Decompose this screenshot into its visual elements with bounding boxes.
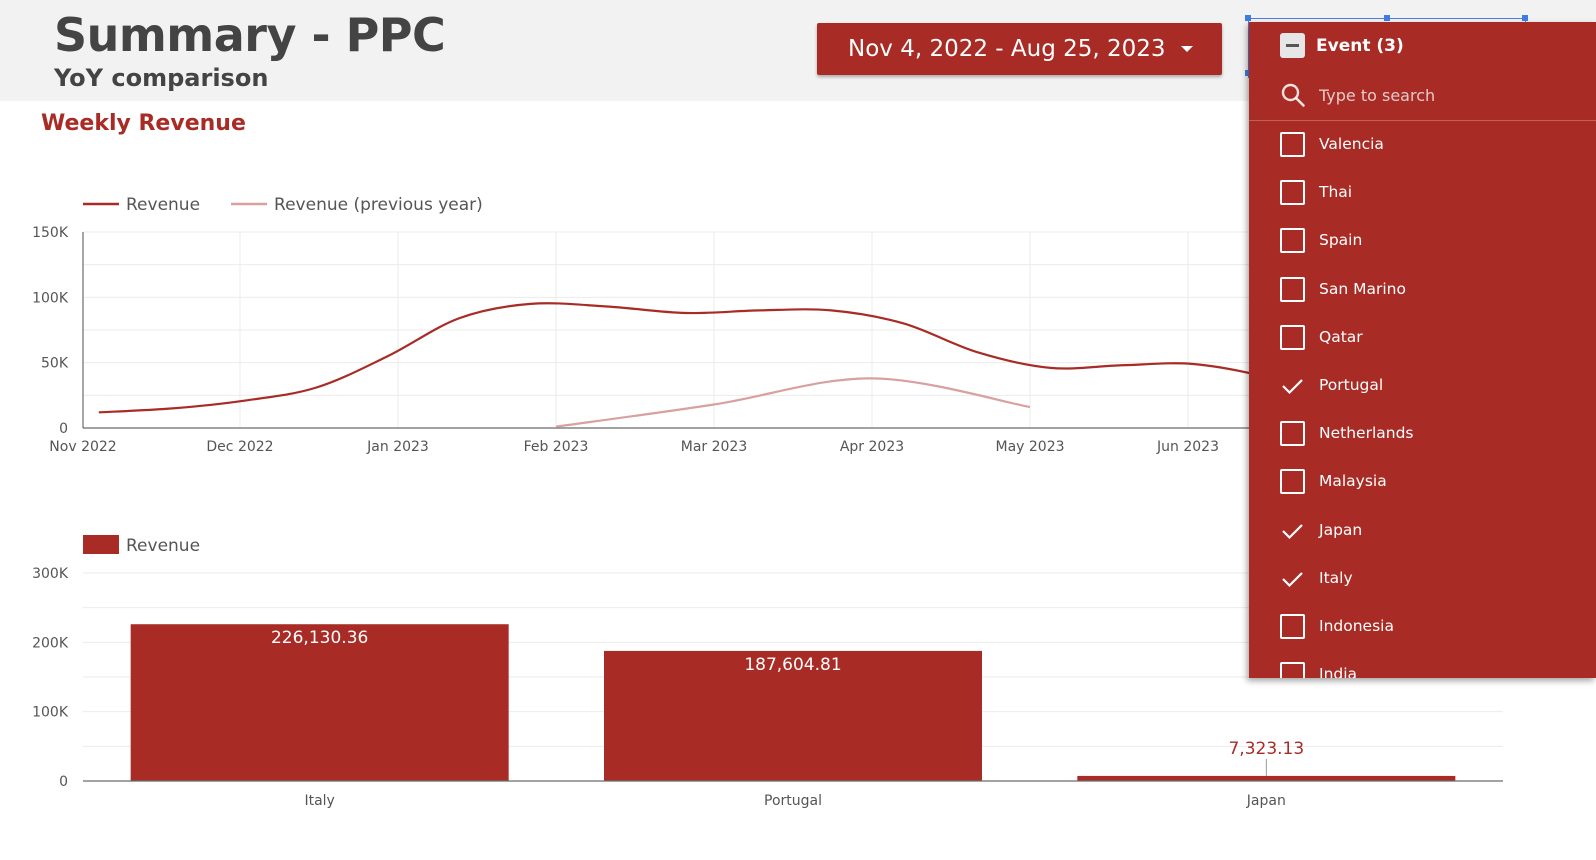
- indeterminate-checkbox-icon[interactable]: [1280, 33, 1305, 58]
- filter-option-list: Valencia Thai Spain San Marino Qatar Portugal…: [1249, 120, 1596, 678]
- search-input[interactable]: [1319, 82, 1579, 108]
- filter-option-italy[interactable]: Italy: [1249, 554, 1596, 602]
- checkbox[interactable]: [1280, 132, 1305, 157]
- search-icon: [1281, 83, 1305, 107]
- checkbox[interactable]: [1280, 324, 1305, 350]
- filter-option-label: Qatar: [1319, 327, 1363, 346]
- x-tick-label: Japan: [1246, 793, 1286, 809]
- filter-option-thai[interactable]: Thai: [1249, 168, 1596, 216]
- checkmark-icon[interactable]: [1280, 518, 1305, 543]
- checkbox[interactable]: [1280, 469, 1305, 495]
- x-tick-label: Portugal: [764, 793, 822, 809]
- filter-option-label: Italy: [1319, 568, 1353, 587]
- checkmark-icon[interactable]: [1280, 566, 1305, 591]
- legend-label: Revenue: [126, 536, 200, 556]
- filter-option-japan[interactable]: Japan: [1249, 506, 1596, 554]
- bar-chart-legend: Revenue: [83, 535, 200, 556]
- filter-option-portugal[interactable]: Portugal: [1249, 361, 1596, 409]
- filter-option-label: Spain: [1319, 231, 1363, 250]
- checkbox[interactable]: [1280, 613, 1305, 639]
- checkbox[interactable]: [1280, 228, 1305, 254]
- checkmark-icon[interactable]: [1280, 373, 1305, 398]
- filter-option-spain[interactable]: Spain: [1249, 216, 1596, 264]
- checkbox[interactable]: [1280, 180, 1305, 206]
- y-tick-label: 300K: [32, 566, 69, 582]
- filter-option-india[interactable]: India: [1249, 650, 1596, 678]
- event-filter-dropdown: Event (3) Valencia Thai Spain San Marino Qat…: [1249, 22, 1596, 678]
- select-all-toggle[interactable]: Event (3): [1249, 22, 1596, 70]
- y-tick-label: 200K: [32, 635, 69, 651]
- legend-swatch: [83, 535, 119, 554]
- checkbox[interactable]: [1280, 421, 1305, 447]
- filter-option-label: Valencia: [1319, 135, 1384, 153]
- filter-option-malaysia[interactable]: Malaysia: [1249, 457, 1596, 505]
- filter-option-label: Indonesia: [1319, 616, 1394, 635]
- filter-option-indonesia[interactable]: Indonesia: [1249, 602, 1596, 650]
- filter-option-label: San Marino: [1319, 279, 1406, 298]
- y-tick-label: 0: [59, 774, 68, 790]
- filter-option-san-marino[interactable]: San Marino: [1249, 265, 1596, 313]
- filter-option-label: India: [1319, 665, 1358, 678]
- filter-option-label: Japan: [1319, 520, 1363, 539]
- filter-option-label: Netherlands: [1319, 424, 1414, 443]
- filter-option-label: Thai: [1319, 183, 1353, 202]
- data-label: 187,604.81: [744, 655, 841, 675]
- data-label: 226,130.36: [271, 628, 368, 648]
- filter-option-qatar[interactable]: Qatar: [1249, 313, 1596, 361]
- filter-option-label: Malaysia: [1319, 472, 1387, 491]
- filter-option-label: Portugal: [1319, 375, 1384, 394]
- checkbox[interactable]: [1280, 662, 1305, 678]
- filter-search: [1249, 72, 1596, 121]
- filter-option-valencia[interactable]: Valencia: [1249, 120, 1596, 168]
- checkbox[interactable]: [1280, 276, 1305, 302]
- filter-header-label: Event (3): [1316, 36, 1404, 56]
- bar-japan: [1077, 775, 1456, 781]
- filter-option-netherlands[interactable]: Netherlands: [1249, 409, 1596, 457]
- y-tick-label: 100K: [32, 705, 69, 721]
- x-tick-label: Italy: [304, 793, 334, 809]
- data-label: 7,323.13: [1228, 739, 1304, 759]
